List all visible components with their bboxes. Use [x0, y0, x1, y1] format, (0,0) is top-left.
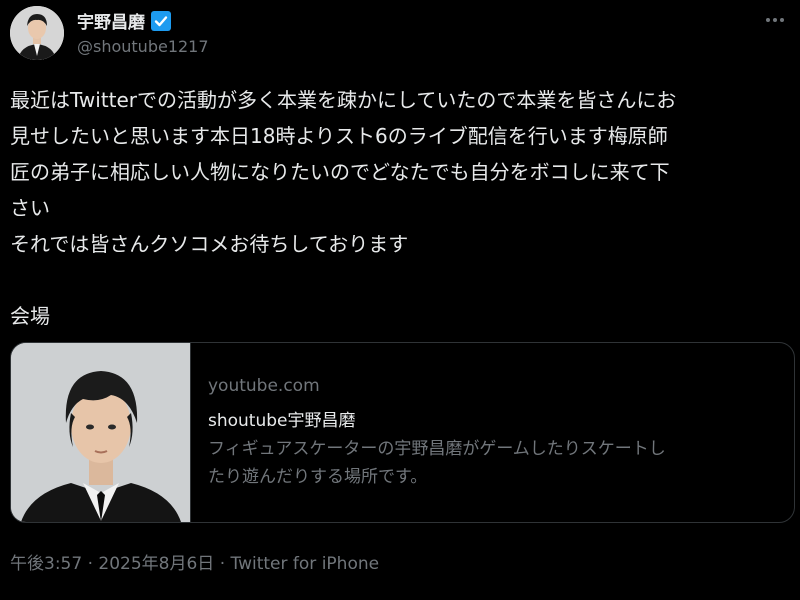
card-title: shoutube宇野昌磨: [208, 411, 356, 431]
tweet-line: 匠の弟子に相応しい人物になりたいのでどなたでも自分をボコしに来て下: [10, 160, 670, 184]
tweet-source: Twitter for iPhone: [230, 554, 380, 574]
tweet-line: それでは皆さんクソコメお待ちしております: [10, 232, 409, 256]
avatar[interactable]: [10, 6, 64, 60]
tweet-metadata: 午後3:57 · 2025年8月6日 · Twitter for iPhone: [10, 549, 379, 574]
card-thumbnail: [11, 343, 191, 522]
tweet-line: 会場: [10, 304, 50, 328]
card-description: フィギュアスケーターの宇野昌磨がゲームしたりスケートし たり遊んだりする場所です…: [208, 435, 778, 491]
avatar-image: [10, 6, 64, 60]
verified-badge-icon[interactable]: [150, 10, 172, 32]
more-options-button[interactable]: [760, 8, 790, 32]
card-domain: youtube.com: [208, 376, 320, 396]
tweet-date[interactable]: 2025年8月6日: [98, 554, 214, 574]
link-preview-card[interactable]: youtube.com shoutube宇野昌磨 フィギュアスケーターの宇野昌磨…: [10, 342, 795, 523]
card-description-line: たり遊んだりする場所です。: [208, 467, 428, 487]
meta-separator: ·: [214, 554, 231, 574]
tweet-line: 最近はTwitterでの活動が多く本業を疎かにしていたので本業を皆さんにお: [10, 88, 677, 112]
display-name-text: 宇野昌磨: [77, 13, 145, 33]
card-description-line: フィギュアスケーターの宇野昌磨がゲームしたりスケートし: [208, 439, 666, 459]
meta-separator: ·: [82, 554, 99, 574]
tweet-header: 宇野昌磨 @shoutube1217: [0, 0, 800, 70]
display-name[interactable]: 宇野昌磨: [77, 8, 172, 33]
tweet-line: 見せしたいと思います本日18時よりスト6のライブ配信を行います梅原師: [10, 124, 668, 148]
tweet-line: さい: [10, 196, 50, 220]
tweet-text: 最近はTwitterでの活動が多く本業を疎かにしていたので本業を皆さんにお 見せ…: [10, 82, 790, 334]
tweet-time[interactable]: 午後3:57: [10, 554, 82, 574]
user-handle[interactable]: @shoutube1217: [77, 37, 209, 56]
card-thumbnail-image: [11, 343, 190, 522]
more-options-icon: [766, 18, 784, 22]
